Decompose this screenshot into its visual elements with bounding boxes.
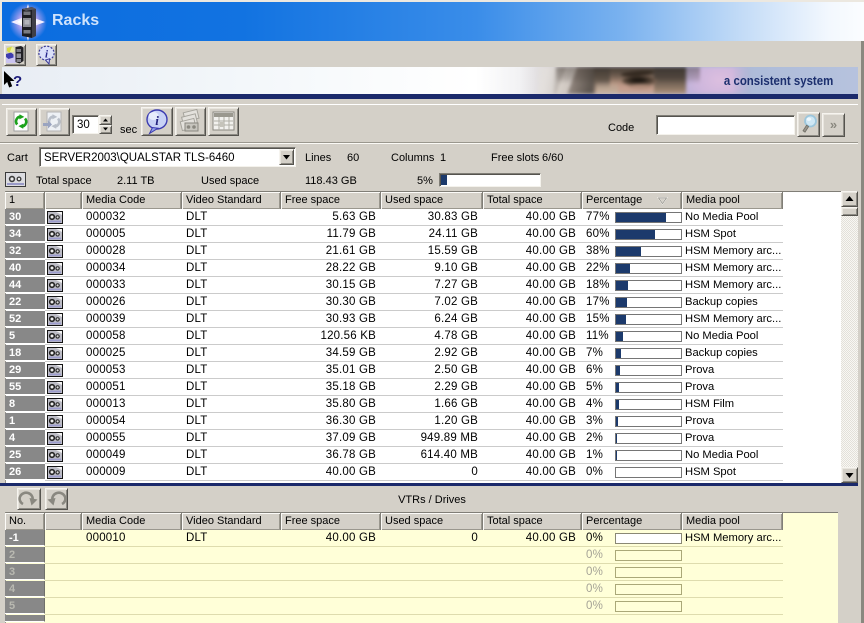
svg-text:i: i [155,113,159,128]
svg-text:?: ? [13,73,22,90]
